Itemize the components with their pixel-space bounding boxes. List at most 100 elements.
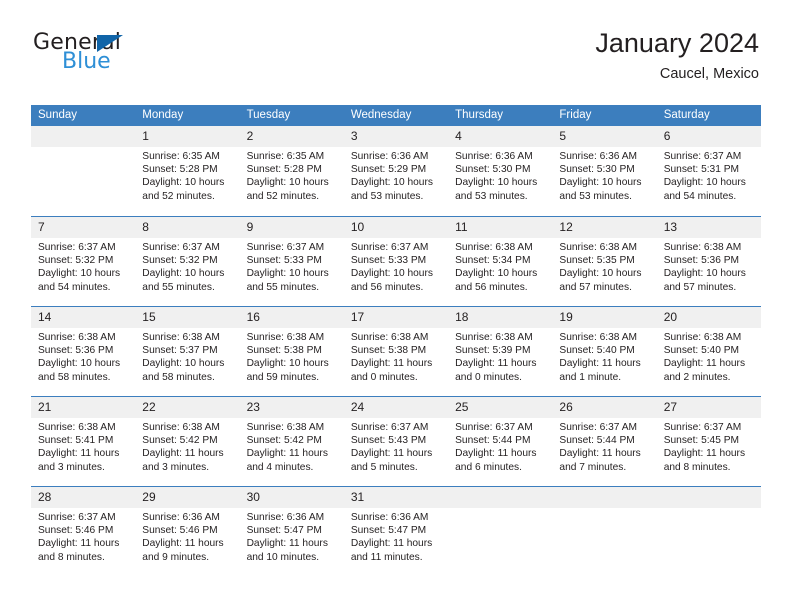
day-number[interactable]: 26: [552, 397, 657, 418]
day-details: Sunrise: 6:38 AM Sunset: 5:38 PM Daylight:…: [344, 328, 448, 384]
day-details: Sunrise: 6:36 AM Sunset: 5:46 PM Daylight:…: [135, 508, 239, 564]
sunrise-text: Sunrise: 6:37 AM: [350, 242, 429, 253]
day-number[interactable]: 20: [656, 307, 761, 328]
day-number[interactable]: 11: [448, 217, 553, 238]
daylight-text-line1: Daylight: 10 hours: [559, 268, 642, 280]
daylight-text-line2: and 3 minutes.: [142, 461, 210, 473]
day-number[interactable]: 25: [448, 397, 553, 418]
daylight-text-line1: Daylight: 11 hours: [246, 538, 328, 550]
daylight-text-line1: Daylight: 11 hours: [246, 448, 328, 460]
day-cell: [448, 486, 553, 576]
daylight-text-line2: and 58 minutes.: [142, 371, 215, 383]
day-number[interactable]: 21: [31, 397, 136, 418]
day-number[interactable]: 10: [343, 217, 449, 238]
daylight-text-line2: and 57 minutes.: [663, 281, 737, 293]
day-number[interactable]: [448, 487, 553, 508]
daylight-text-line1: Daylight: 11 hours: [663, 448, 746, 460]
sunset-text: Sunset: 5:40 PM: [559, 345, 635, 357]
sunrise-text: Sunrise: 6:38 AM: [455, 332, 533, 343]
day-number[interactable]: 17: [343, 307, 449, 328]
sunrise-text: Sunrise: 6:37 AM: [663, 151, 742, 162]
general-blue-logo[interactable]: General Blue: [33, 32, 283, 88]
day-number[interactable]: 18: [448, 307, 553, 328]
daylight-text-line1: Daylight: 10 hours: [246, 268, 329, 280]
sunset-text: Sunset: 5:32 PM: [38, 255, 114, 267]
sunset-text: Sunset: 5:37 PM: [142, 345, 218, 357]
day-number[interactable]: 13: [656, 217, 761, 238]
sunset-text: Sunset: 5:35 PM: [559, 255, 635, 267]
daylight-text-line1: Daylight: 10 hours: [142, 177, 225, 189]
sunrise-text: Sunrise: 6:38 AM: [38, 422, 116, 433]
day-number[interactable]: 24: [343, 397, 449, 418]
daylight-text-line2: and 9 minutes.: [142, 551, 210, 563]
daylight-text-line2: and 3 minutes.: [38, 461, 105, 473]
day-number[interactable]: 5: [552, 126, 657, 147]
day-cell: 15 Sunrise: 6:38 AM Sunset: 5:37 PM Dayligh…: [135, 306, 240, 396]
daylight-text-line2: and 52 minutes.: [142, 190, 215, 202]
day-number[interactable]: 16: [239, 307, 344, 328]
day-number[interactable]: 28: [31, 487, 136, 508]
sunrise-text: Sunrise: 6:38 AM: [350, 332, 429, 343]
daylight-text-line1: Daylight: 10 hours: [663, 177, 746, 189]
day-number[interactable]: 12: [552, 217, 657, 238]
day-number[interactable]: 8: [135, 217, 240, 238]
sunrise-text: Sunrise: 6:38 AM: [246, 332, 325, 343]
day-number[interactable]: 27: [656, 397, 761, 418]
day-cell: 5 Sunrise: 6:36 AM Sunset: 5:30 PM Daylight…: [552, 126, 657, 216]
sunrise-text: Sunrise: 6:38 AM: [142, 332, 220, 343]
sunrise-text: Sunrise: 6:35 AM: [246, 151, 325, 162]
day-number[interactable]: 14: [31, 307, 136, 328]
sunrise-text: Sunrise: 6:37 AM: [38, 512, 116, 523]
day-cell: 20 Sunrise: 6:38 AM Sunset: 5:40 PM Dayligh…: [656, 306, 761, 396]
day-number[interactable]: 30: [239, 487, 344, 508]
day-number[interactable]: [31, 126, 136, 147]
daylight-text-line1: Daylight: 11 hours: [38, 448, 120, 460]
day-cell: 16 Sunrise: 6:38 AM Sunset: 5:38 PM Dayligh…: [239, 306, 344, 396]
day-number[interactable]: 6: [656, 126, 761, 147]
day-number[interactable]: 19: [552, 307, 657, 328]
day-number[interactable]: 1: [135, 126, 240, 147]
sunset-text: Sunset: 5:47 PM: [350, 525, 427, 537]
sunset-text: Sunset: 5:31 PM: [663, 164, 740, 176]
day-details: [552, 508, 656, 511]
sunset-text: Sunset: 5:42 PM: [246, 435, 322, 447]
sunset-text: Sunset: 5:33 PM: [246, 255, 322, 267]
day-number[interactable]: [552, 487, 657, 508]
day-number[interactable]: 2: [239, 126, 344, 147]
sunset-text: Sunset: 5:28 PM: [246, 164, 322, 176]
day-cell: 6 Sunrise: 6:37 AM Sunset: 5:31 PM Daylight…: [656, 126, 761, 216]
day-number[interactable]: 31: [343, 487, 449, 508]
day-cell: 28 Sunrise: 6:37 AM Sunset: 5:46 PM Dayligh…: [31, 486, 136, 576]
daylight-text-line2: and 8 minutes.: [663, 461, 731, 473]
day-cell: 13 Sunrise: 6:38 AM Sunset: 5:36 PM Dayligh…: [656, 216, 761, 306]
day-number[interactable]: 9: [239, 217, 344, 238]
daylight-text-line1: Daylight: 11 hours: [38, 538, 120, 550]
day-number[interactable]: 15: [135, 307, 240, 328]
daylight-text-line1: Daylight: 11 hours: [455, 448, 537, 460]
sunrise-text: Sunrise: 6:38 AM: [663, 332, 742, 343]
day-cell: 12 Sunrise: 6:38 AM Sunset: 5:35 PM Dayligh…: [552, 216, 657, 306]
day-number[interactable]: 23: [239, 397, 344, 418]
day-details: Sunrise: 6:35 AM Sunset: 5:28 PM Daylight:…: [240, 147, 344, 203]
day-number[interactable]: 29: [135, 487, 240, 508]
day-number[interactable]: 7: [31, 217, 136, 238]
day-number[interactable]: 4: [448, 126, 553, 147]
day-cell: 25 Sunrise: 6:37 AM Sunset: 5:44 PM Dayligh…: [448, 396, 553, 486]
day-number[interactable]: 3: [343, 126, 449, 147]
day-details: [448, 508, 552, 511]
weekday-header-row: Sunday Monday Tuesday Wednesday Thursday…: [31, 105, 761, 126]
weekday-header-thursday: Thursday: [448, 105, 553, 126]
daylight-text-line2: and 53 minutes.: [455, 190, 528, 202]
day-details: Sunrise: 6:37 AM Sunset: 5:44 PM Daylight:…: [552, 418, 656, 474]
day-details: Sunrise: 6:37 AM Sunset: 5:32 PM Daylight:…: [135, 238, 239, 294]
sunset-text: Sunset: 5:44 PM: [559, 435, 635, 447]
day-cell: 17 Sunrise: 6:38 AM Sunset: 5:38 PM Dayligh…: [343, 306, 449, 396]
day-details: Sunrise: 6:36 AM Sunset: 5:30 PM Daylight:…: [552, 147, 656, 203]
weekday-header-wednesday: Wednesday: [343, 105, 449, 126]
day-number[interactable]: [656, 487, 761, 508]
day-number[interactable]: 22: [135, 397, 240, 418]
day-cell: 3 Sunrise: 6:36 AM Sunset: 5:29 PM Daylight…: [343, 126, 449, 216]
daylight-text-line1: Daylight: 10 hours: [559, 177, 642, 189]
daylight-text-line2: and 0 minutes.: [455, 371, 522, 383]
sunrise-text: Sunrise: 6:37 AM: [246, 242, 325, 253]
